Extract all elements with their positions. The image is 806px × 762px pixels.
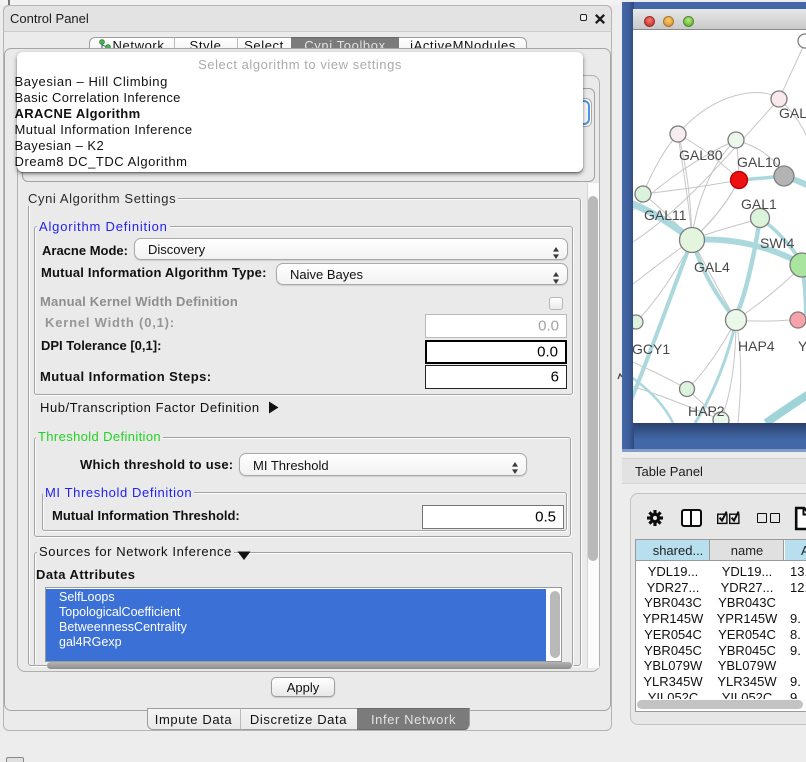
- svg-text:Y: Y: [798, 338, 806, 354]
- svg-text:GAL10: GAL10: [737, 154, 781, 170]
- svg-text:GAL1: GAL1: [741, 196, 777, 212]
- svg-text:SWI4: SWI4: [760, 235, 794, 251]
- svg-text:HAP4: HAP4: [738, 338, 775, 354]
- svg-text:HAP2: HAP2: [688, 403, 725, 419]
- svg-text:GAL: GAL: [779, 105, 806, 121]
- svg-text:GAL80: GAL80: [679, 147, 723, 163]
- svg-text:GAL11: GAL11: [644, 207, 687, 223]
- svg-text:GAL4: GAL4: [694, 259, 730, 275]
- svg-text:GCY1: GCY1: [633, 341, 670, 357]
